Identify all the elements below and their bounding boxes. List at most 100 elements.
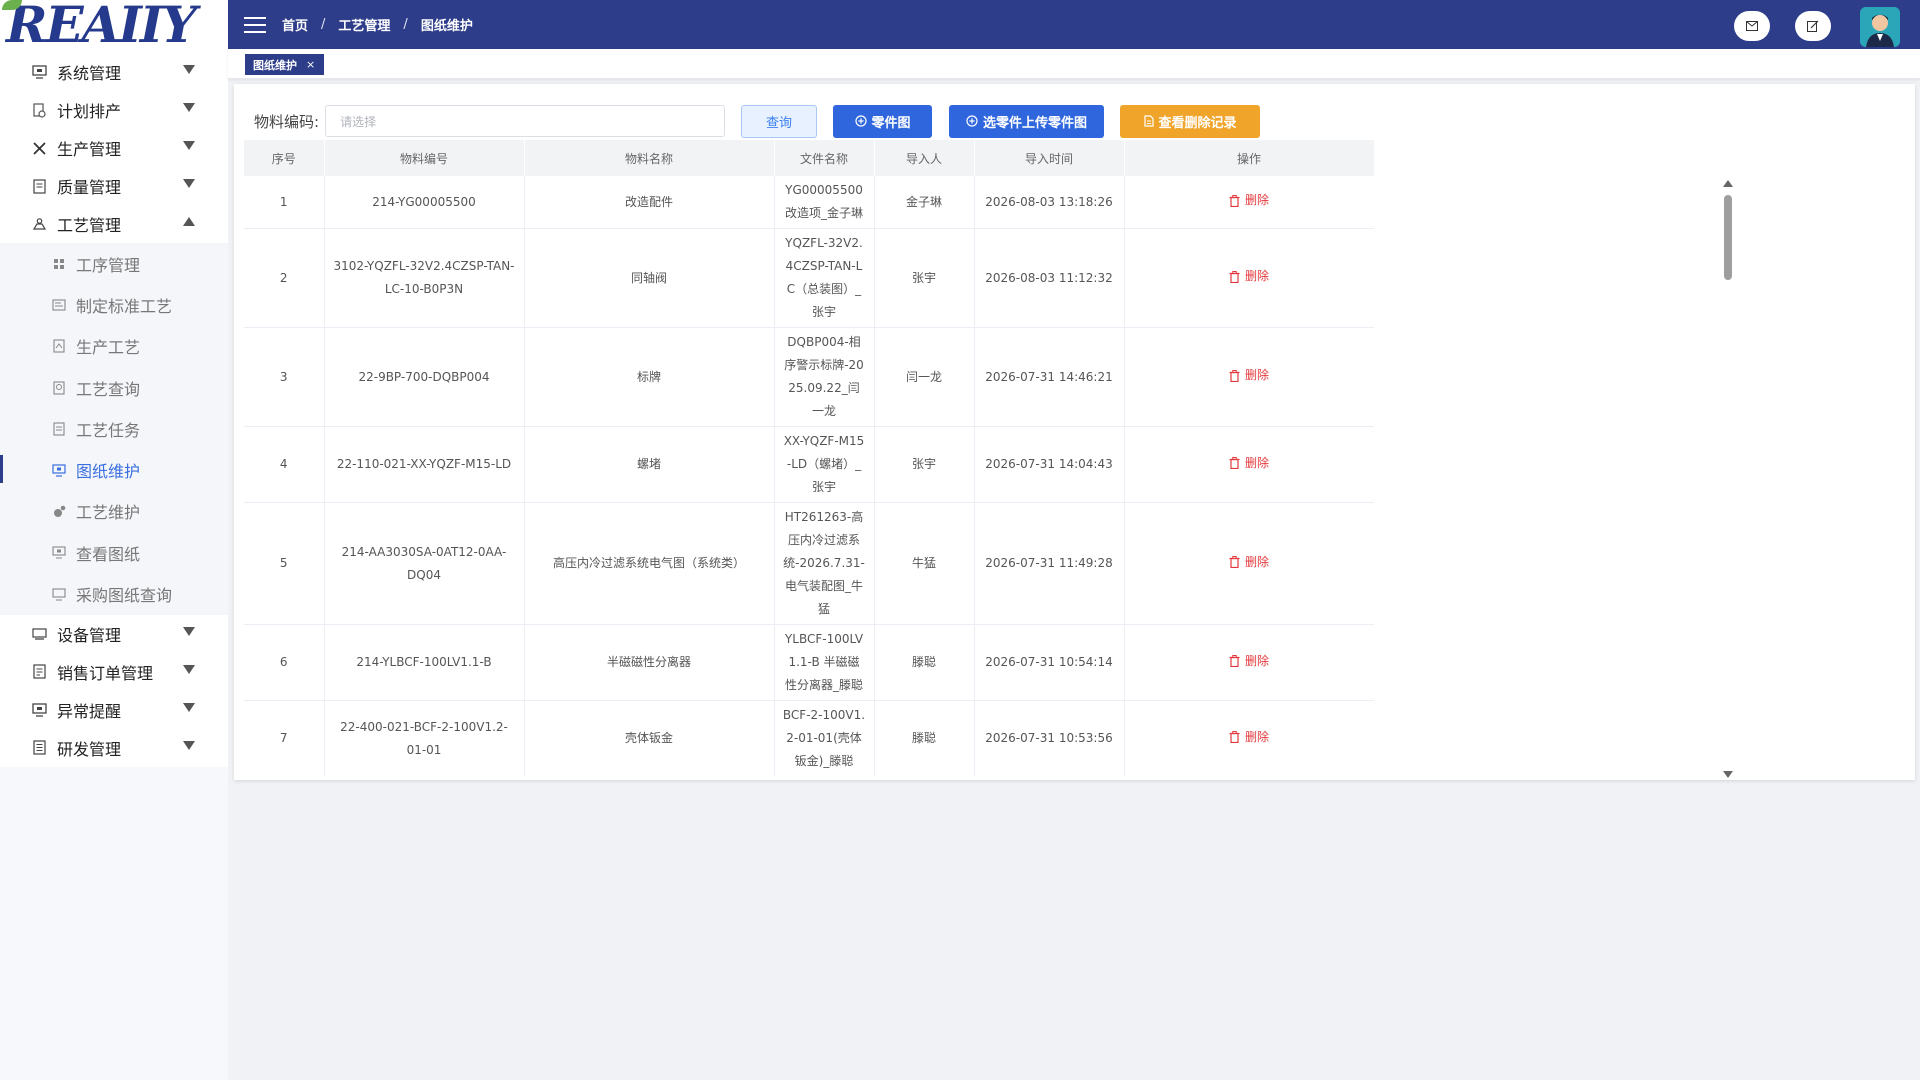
sidebar-item-procedure[interactable]: 工序管理 — [0, 243, 228, 284]
delete-button[interactable]: 删除 — [1229, 265, 1269, 288]
sidebar-item-drawing-maintenance[interactable]: 图纸维护 — [0, 449, 228, 490]
sidebar-item-process-task[interactable]: 工艺任务 — [0, 408, 228, 449]
drawing-table-wrapper: 序号 物料编号 物料名称 文件名称 导入人 导入时间 操作 1 214-YG00… — [244, 140, 1374, 776]
cell-user: 闫一龙 — [874, 327, 975, 427]
breadcrumb-process[interactable]: 工艺管理 — [338, 15, 390, 34]
mail-button[interactable] — [1734, 11, 1770, 41]
sidebar-subitem-label: 工艺任务 — [76, 420, 141, 440]
column-header-code: 物料编号 — [324, 140, 525, 176]
cell-time: 2026-08-03 11:12:32 — [974, 228, 1125, 328]
cell-time: 2026-07-31 14:04:43 — [974, 426, 1125, 503]
sidebar-item-device[interactable]: 设备管理 — [0, 615, 228, 653]
breadcrumb-home[interactable]: 首页 — [282, 15, 308, 34]
sidebar-item-process[interactable]: 工艺管理 — [0, 205, 228, 243]
sidebar-item-label: 设备管理 — [57, 625, 122, 645]
trash-icon — [1229, 457, 1240, 470]
sidebar-item-plan[interactable]: 计划排产 — [0, 91, 228, 129]
cell-file: YQZFL-32V2.4CZSP-TAN-LC（总装图）_张宇 — [774, 228, 875, 328]
sidebar-item-system[interactable]: 系统管理 — [0, 53, 228, 91]
cell-time: 2026-08-03 13:18:26 — [974, 176, 1125, 229]
top-header: 首页 / 工艺管理 / 图纸维护 — [228, 0, 1920, 49]
drawing-table: 序号 物料编号 物料名称 文件名称 导入人 导入时间 操作 1 214-YG00… — [244, 140, 1374, 776]
delete-button[interactable]: 删除 — [1229, 452, 1269, 475]
order-icon — [31, 664, 47, 680]
cell-file: YG00005500改造项_金子琳 — [774, 176, 875, 229]
upload-part-drawing-button[interactable]: 选零件上传零件图 — [949, 104, 1105, 138]
sidebar-item-rd[interactable]: 研发管理 — [0, 729, 228, 767]
cell-no: 3 — [244, 327, 325, 427]
drawing-icon — [52, 463, 66, 477]
company-logo: REAIIY — [0, 0, 228, 50]
sidebar-item-production[interactable]: 生产管理 — [0, 129, 228, 167]
sidebar-item-quality[interactable]: 质量管理 — [0, 167, 228, 205]
tab-drawing-maintenance[interactable]: 图纸维护 × — [245, 54, 325, 75]
cell-no: 1 — [244, 176, 325, 229]
trash-icon — [1229, 270, 1240, 283]
cell-action: 删除 — [1124, 176, 1374, 229]
query-button[interactable]: 查询 — [741, 104, 818, 138]
table-row: 4 22-110-021-XX-YQZF-M15-LD 螺堵 XX-YQZF-M… — [244, 426, 1374, 503]
trash-icon — [1229, 556, 1240, 569]
chevron-down-icon — [183, 740, 195, 750]
sidebar-item-process-query[interactable]: 工艺查询 — [0, 367, 228, 408]
cell-time: 2026-07-31 10:54:14 — [974, 624, 1125, 701]
chevron-down-icon — [183, 179, 195, 188]
cell-name: 半磁磁性分离器 — [524, 624, 775, 701]
sidebar-subitem-label: 查看图纸 — [76, 544, 141, 564]
breadcrumb-separator: / — [403, 17, 408, 32]
menu-toggle-icon[interactable] — [244, 16, 266, 33]
sidebar-item-process-maintenance[interactable]: 工艺维护 — [0, 491, 228, 532]
scroll-up-icon[interactable] — [1723, 180, 1733, 187]
main-card: 物料编码: 请选择 查询 零件图 选零件上传零件图 查看删除记录 序号 物料编号… — [234, 84, 1915, 780]
view-drawing-icon — [52, 546, 66, 560]
standard-icon — [52, 298, 66, 312]
delete-button[interactable]: 删除 — [1229, 189, 1269, 212]
delete-label: 删除 — [1244, 653, 1269, 668]
cell-user: 张宇 — [874, 228, 975, 328]
cell-no: 2 — [244, 228, 325, 328]
cell-code: 22-9BP-700-DQBP004 — [324, 327, 525, 427]
cell-action: 删除 — [1124, 327, 1374, 427]
sidebar-item-label: 研发管理 — [57, 739, 122, 759]
user-avatar[interactable] — [1860, 7, 1900, 47]
material-code-input[interactable]: 请选择 — [325, 105, 726, 137]
edit-icon — [1807, 20, 1819, 32]
tab-close-icon[interactable]: × — [306, 58, 315, 71]
chevron-down-icon — [183, 664, 195, 674]
delete-record-button[interactable]: 查看删除记录 — [1120, 104, 1261, 138]
column-header-time: 导入时间 — [974, 140, 1125, 176]
sidebar-item-label: 工艺管理 — [57, 216, 122, 235]
cell-no: 7 — [244, 700, 325, 776]
sidebar-item-purchase-drawing[interactable]: 采购图纸查询 — [0, 573, 228, 614]
part-drawing-button[interactable]: 零件图 — [833, 104, 933, 138]
cell-user: 金子琳 — [874, 176, 975, 229]
sidebar-subitem-label: 制定标准工艺 — [76, 296, 173, 316]
delete-button[interactable]: 删除 — [1229, 551, 1269, 574]
table-scrollbar[interactable] — [1719, 180, 1737, 778]
cell-file: HT261263-高压内冷过滤系统-2026.7.31-电气装配图_牛猛 — [774, 502, 875, 625]
delete-button[interactable]: 删除 — [1229, 364, 1269, 387]
scrollbar-thumb[interactable] — [1724, 195, 1732, 280]
sidebar-item-sales-order[interactable]: 销售订单管理 — [0, 653, 228, 691]
cell-name: 螺堵 — [524, 426, 775, 503]
table-row: 7 22-400-021-BCF-2-100V1.2-01-01 壳体钣金 BC… — [244, 700, 1374, 776]
sidebar-item-view-drawing[interactable]: 查看图纸 — [0, 532, 228, 573]
cell-name: 高压内冷过滤系统电气图（系统类） — [524, 502, 775, 625]
delete-button[interactable]: 删除 — [1229, 726, 1269, 749]
sidebar-item-standard-process[interactable]: 制定标准工艺 — [0, 284, 228, 325]
delete-button[interactable]: 删除 — [1229, 650, 1269, 673]
sidebar-item-production-process[interactable]: 生产工艺 — [0, 326, 228, 367]
edit-button[interactable] — [1795, 11, 1831, 41]
scroll-down-icon[interactable] — [1723, 771, 1733, 778]
chevron-up-icon — [183, 217, 195, 226]
sidebar-item-alert[interactable]: 异常提醒 — [0, 691, 228, 729]
cell-action: 删除 — [1124, 502, 1374, 625]
delete-label: 删除 — [1244, 554, 1269, 569]
cell-file: DQBP004-相序警示标牌-2025.09.22_闫一龙 — [774, 327, 875, 427]
cell-name: 同轴阀 — [524, 228, 775, 328]
tab-label: 图纸维护 — [253, 58, 297, 72]
monitor-icon — [31, 64, 47, 80]
cell-user: 张宇 — [874, 426, 975, 503]
trash-icon — [1229, 655, 1240, 668]
cell-time: 2026-07-31 14:46:21 — [974, 327, 1125, 427]
